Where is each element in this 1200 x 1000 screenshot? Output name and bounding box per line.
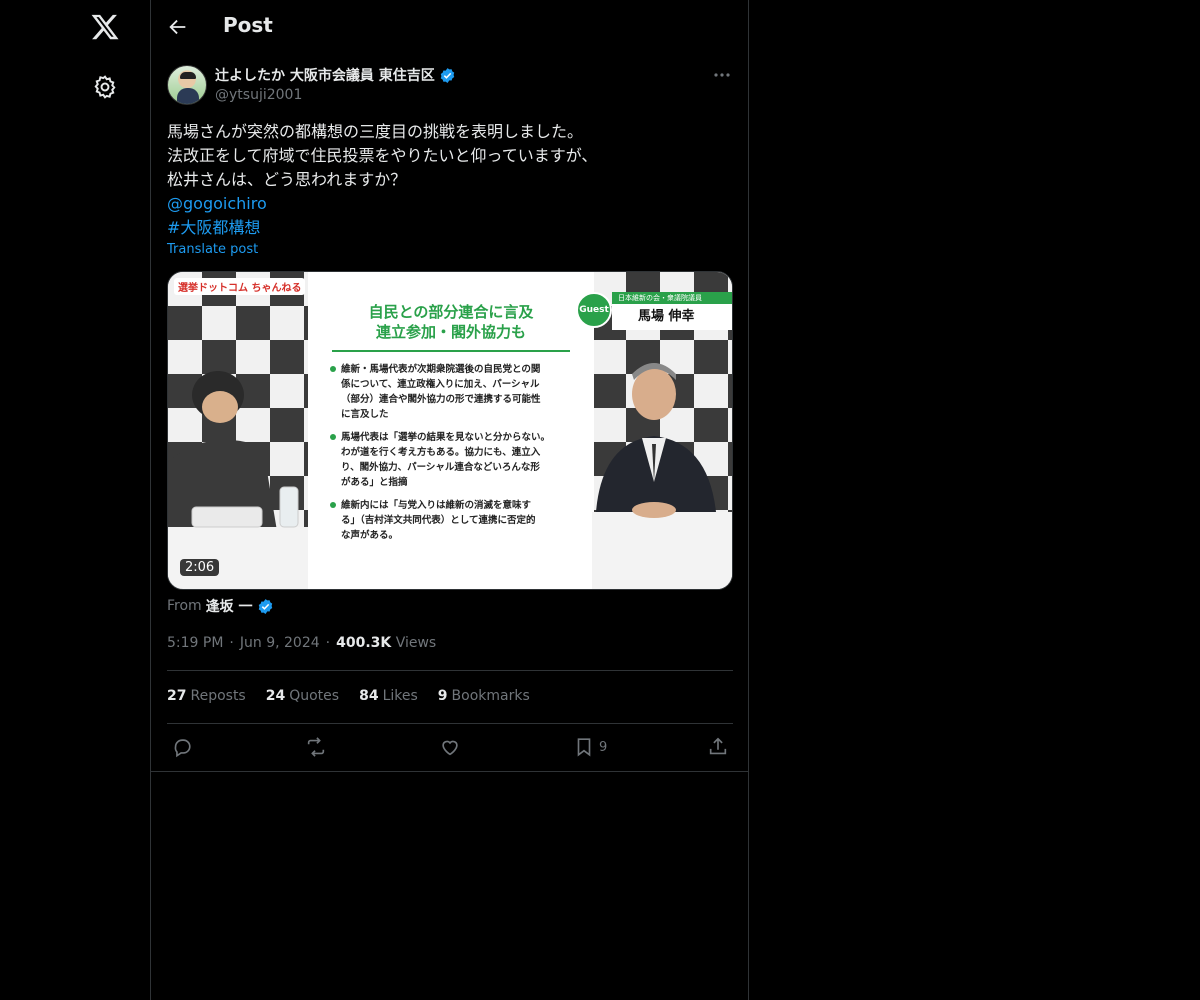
more-horizontal-icon[interactable] (711, 68, 733, 82)
gear-icon[interactable] (92, 74, 118, 100)
slide-title-line: 連立参加・閣外協力も (375, 323, 526, 341)
video-duration: 2:06 (180, 559, 220, 576)
share-icon[interactable] (707, 736, 729, 758)
verified-badge-icon (258, 598, 272, 614)
guest-name: 馬場 伸幸 (612, 304, 732, 330)
slide-bullet-list: 維新・馬場代表が次期衆院選後の自民党との関 係について、連立政権入りに加え、パー… (330, 362, 580, 551)
bookmarks-stat[interactable]: 9 Bookmarks (438, 688, 530, 704)
verified-badge-icon (440, 67, 454, 83)
views-count: 400.3K (336, 635, 392, 651)
post-text-line: 馬場さんが突然の都構想の三度目の挑戦を表明しました。 (167, 122, 584, 141)
translate-post-link[interactable]: Translate post (167, 242, 258, 257)
action-bar: 9 (151, 736, 749, 760)
author-display-name[interactable]: 辻よしたか 大阪市会議員 東住吉区 (215, 65, 435, 85)
avatar-hair (180, 72, 196, 79)
from-label: From (167, 598, 202, 614)
avatar-body (177, 88, 199, 104)
left-rail (0, 0, 150, 1000)
post-time[interactable]: 5:19 PM (167, 635, 223, 651)
video-source: From 逢坂 一 (167, 596, 274, 616)
x-logo-icon[interactable] (90, 12, 120, 42)
post-date[interactable]: Jun 9, 2024 (240, 635, 320, 651)
repost-icon[interactable] (305, 736, 327, 758)
guest-badge: Guest (576, 292, 612, 328)
guest-figure (592, 363, 732, 589)
slide-bullet: 馬場代表は「選挙の結果を見ないと分からない。 わが道を行く考え方もある。協力にも… (330, 430, 580, 490)
slide-title-line: 自民との部分連合に言及 (368, 303, 534, 321)
post-stats: 27 Reposts 24 Quotes 84 Likes 9 Bookmarks (167, 688, 530, 704)
slide-bullet: 維新・馬場代表が次期衆院選後の自民党との関 係について、連立政権入りに加え、パー… (330, 362, 580, 422)
slide-title: 自民との部分連合に言及 連立参加・閣外協力も (322, 302, 580, 342)
mention-link[interactable]: @gogoichiro (167, 194, 267, 213)
post-text-line: 松井さんは、どう思われますか？ (167, 170, 407, 189)
slide-bullet: 維新内には「与党入りは維新の消滅を意味す る」（吉村洋文共同代表）として連携に否… (330, 498, 580, 543)
quotes-stat[interactable]: 24 Quotes (266, 688, 339, 704)
author-handle[interactable]: @ytsuji2001 (215, 87, 302, 103)
page-header: Post (151, 0, 749, 54)
main-column: Post 辻よしたか 大阪市会議員 東住吉区 @ytsuji2001 馬場さんが… (150, 0, 749, 1000)
arrow-left-icon[interactable] (167, 16, 189, 38)
post-text-line: 法改正をして府域で住民投票をやりたいと仰っていますが、 (167, 146, 598, 165)
source-name-link[interactable]: 逢坂 一 (206, 596, 253, 616)
hashtag-link[interactable]: #大阪都構想 (167, 218, 260, 237)
bookmark-icon[interactable] (573, 736, 595, 758)
bookmark-count: 9 (599, 740, 608, 755)
guest-affiliation: 日本維新の会・衆議院議員 (612, 292, 732, 304)
like-icon[interactable] (439, 736, 461, 758)
likes-stat[interactable]: 84 Likes (359, 688, 418, 704)
host-figure (168, 371, 308, 589)
reposts-stat[interactable]: 27 Reposts (167, 688, 246, 704)
reply-icon[interactable] (171, 736, 193, 758)
views-label: Views (395, 635, 437, 651)
divider (167, 670, 733, 671)
news-slide: 自民との部分連合に言及 連立参加・閣外協力も 維新・馬場代表が次期衆院選後の自民… (308, 272, 594, 589)
post-text: 馬場さんが突然の都構想の三度目の挑戦を表明しました。 法改正をして府域で住民投票… (167, 120, 733, 240)
author-name-row: 辻よしたか 大阪市会議員 東住吉区 (215, 65, 456, 85)
page-title: Post (223, 13, 273, 37)
video-thumbnail[interactable]: 選挙ドットコム ちゃんねる 自民との部分連合に言及 連立参加・閣外協力も 維新・… (167, 271, 733, 590)
slide-divider (332, 350, 570, 352)
divider (151, 771, 749, 772)
channel-brand-logo: 選挙ドットコム ちゃんねる (174, 278, 306, 295)
avatar[interactable] (167, 65, 207, 105)
post-meta: 5:19 PM · Jun 9, 2024 · 400.3K Views (167, 635, 437, 651)
divider (167, 723, 733, 724)
